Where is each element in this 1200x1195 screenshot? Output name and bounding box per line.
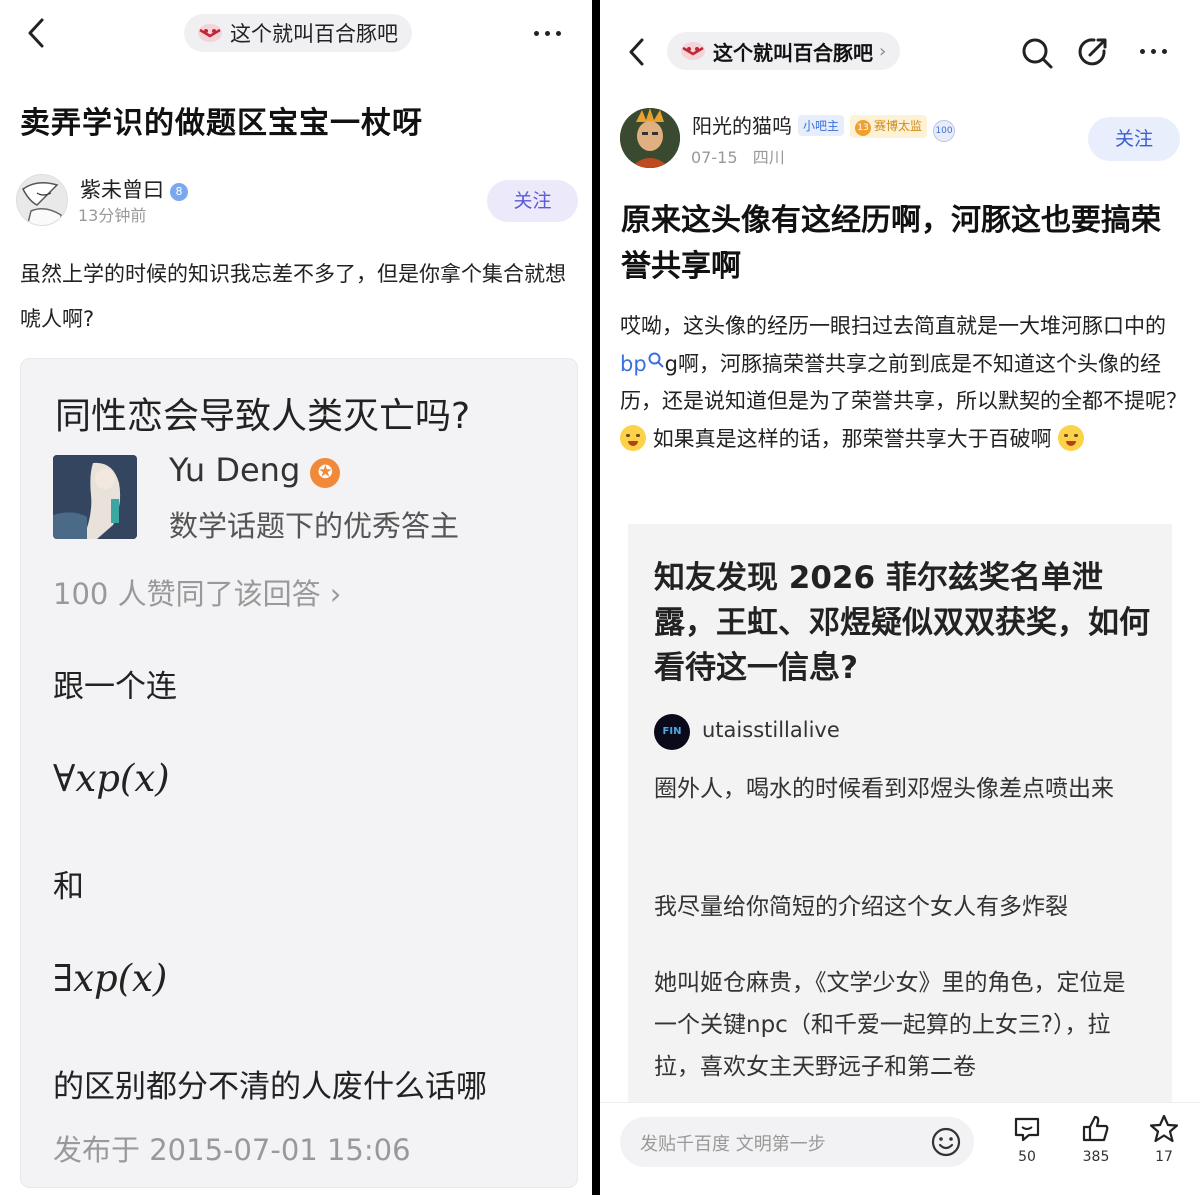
like-button[interactable]: 385 (1071, 1113, 1121, 1165)
left-screenshot: 这个就叫百合豚吧 卖弄学识的做题区宝宝一杖呀 紫未曾曰 8 13分钟前 关注 虽然… (0, 0, 592, 1195)
answer-line: 跟一个连 (53, 669, 177, 705)
forum-name: 这个就叫百合豚吧 (230, 22, 398, 46)
search-icon (648, 352, 664, 368)
author-row: 阳光的猫呜 小吧主 13 赛博太监 100 07-15 四川 关注 (620, 106, 1186, 170)
question-title: 知友发现 2026 菲尔兹奖名单泄露，王虹、邓煜疑似双双获奖，如何看待这一信息? (654, 560, 1150, 686)
author-name[interactable]: 紫未曾曰 8 (80, 174, 188, 204)
laughing-emoji-icon (620, 424, 646, 451)
bottom-bar: 发贴千百度 文明第一步 50 385 17 (600, 1102, 1200, 1195)
screenshot-card[interactable]: 知友发现 2026 菲尔兹奖名单泄露，王虹、邓煜疑似双双获奖，如何看待这一信息?… (628, 524, 1172, 1104)
post-meta: 07-15 四川 (691, 148, 785, 167)
forum-pill[interactable]: 这个就叫百合豚吧 › (667, 32, 901, 70)
more-icon[interactable] (534, 31, 561, 36)
forum-logo-icon (198, 24, 222, 42)
answerer-desc: 数学话题下的优秀答主 (169, 509, 460, 543)
keyword-link[interactable]: bp (620, 352, 665, 376)
forum-pill[interactable]: 这个就叫百合豚吧 (184, 14, 412, 52)
author-name[interactable]: 阳光的猫呜 小吧主 13 赛博太监 100 (692, 110, 956, 142)
back-arrow-icon[interactable] (24, 16, 48, 50)
vote-count: 100 人赞同了该回答 › (53, 577, 342, 611)
comment-button[interactable]: 50 (1002, 1113, 1052, 1165)
follow-button[interactable]: 关注 (1088, 117, 1180, 161)
answer-line: 的区别都分不清的人废什么话哪 (53, 1069, 487, 1105)
avatar[interactable] (620, 108, 680, 168)
answerer-name: Yu Deng ✪ (169, 451, 341, 489)
screenshot-card[interactable]: 同性恋会导致人类灭亡吗? Yu Deng ✪ 数学话题下的优秀答主 100 人赞同… (20, 358, 578, 1188)
author-row: 紫未曾曰 8 13分钟前 关注 (16, 172, 578, 228)
admin-tag: 小吧主 (798, 115, 845, 136)
formula-forall: ∀xp(x) (53, 757, 170, 800)
comment-input[interactable]: 发贴千百度 文明第一步 (620, 1117, 974, 1167)
laughing-emoji-icon (1058, 424, 1085, 451)
right-screenshot: 这个就叫百合豚吧 › 阳光的猫呜 小吧主 13 赛博太监 100 07-15 四川 关注… (600, 0, 1200, 1195)
comment-icon (1014, 1117, 1040, 1142)
more-icon[interactable] (1140, 49, 1167, 54)
user-avatar: FIN (654, 714, 690, 750)
forum-name: 这个就叫百合豚吧 (713, 40, 873, 65)
back-arrow-icon[interactable] (626, 36, 648, 68)
post-title: 卖弄学识的做题区宝宝一杖呀 (20, 106, 423, 141)
thumbs-up-icon (1082, 1115, 1109, 1142)
answerer-avatar (53, 455, 137, 539)
comment-count: 50 (1018, 1149, 1036, 1165)
user-name: utaisstillalive (702, 718, 840, 742)
like-count: 385 (1082, 1149, 1110, 1165)
top-bar: 这个就叫百合豚吧 (0, 0, 592, 68)
formula-exists: ∃xp(x) (53, 957, 168, 1000)
post-body: 虽然上学的时候的知识我忘差不多了，但是你拿个集合就想唬人啊? (20, 262, 566, 331)
post-body: 哎呦，这头像的经历一眼扫过去简直就是一大堆河豚口中的bp g啊，河豚搞荣誉共享之前… (620, 314, 1187, 451)
comment-placeholder: 发贴千百度 文明第一步 (640, 1134, 826, 1155)
answer-paragraph: 圈外人，喝水的时候看到邓煜头像差点喷出来 (654, 776, 1114, 802)
answer-line: 和 (53, 869, 84, 905)
share-icon[interactable] (1076, 35, 1110, 69)
emoji-icon[interactable] (930, 1126, 962, 1158)
star-count: 17 (1155, 1149, 1173, 1165)
star-icon (1149, 1114, 1179, 1143)
title-tag: 13 赛博太监 (850, 115, 928, 138)
search-icon[interactable] (1020, 36, 1054, 70)
question-title: 同性恋会导致人类灭亡吗? (55, 396, 471, 437)
favorite-button[interactable]: 17 (1139, 1113, 1189, 1165)
forum-logo-icon (681, 42, 705, 60)
level-badge: 13 (855, 120, 872, 136)
answer-paragraph: 她叫姬仓麻贵，《文学少女》里的角色，定位是一个关键npc（和千爱一起算的上女三?… (654, 970, 1126, 1080)
level-badge: 8 (170, 183, 188, 201)
star-badge-icon: ✪ (310, 458, 341, 488)
badge-100-icon: 100 (933, 120, 956, 142)
answer-paragraph: 我尽量给你简短的介绍这个女人有多炸裂 (654, 894, 1068, 920)
post-title: 原来这头像有这经历啊，河豚这也要搞荣誉共享啊 (621, 203, 1161, 284)
avatar[interactable] (16, 174, 68, 226)
post-time: 13分钟前 (78, 206, 147, 225)
follow-button[interactable]: 关注 (487, 180, 578, 222)
chevron-right-icon: › (879, 40, 887, 62)
publish-date: 发布于 2015-07-01 15:06 (53, 1133, 411, 1167)
